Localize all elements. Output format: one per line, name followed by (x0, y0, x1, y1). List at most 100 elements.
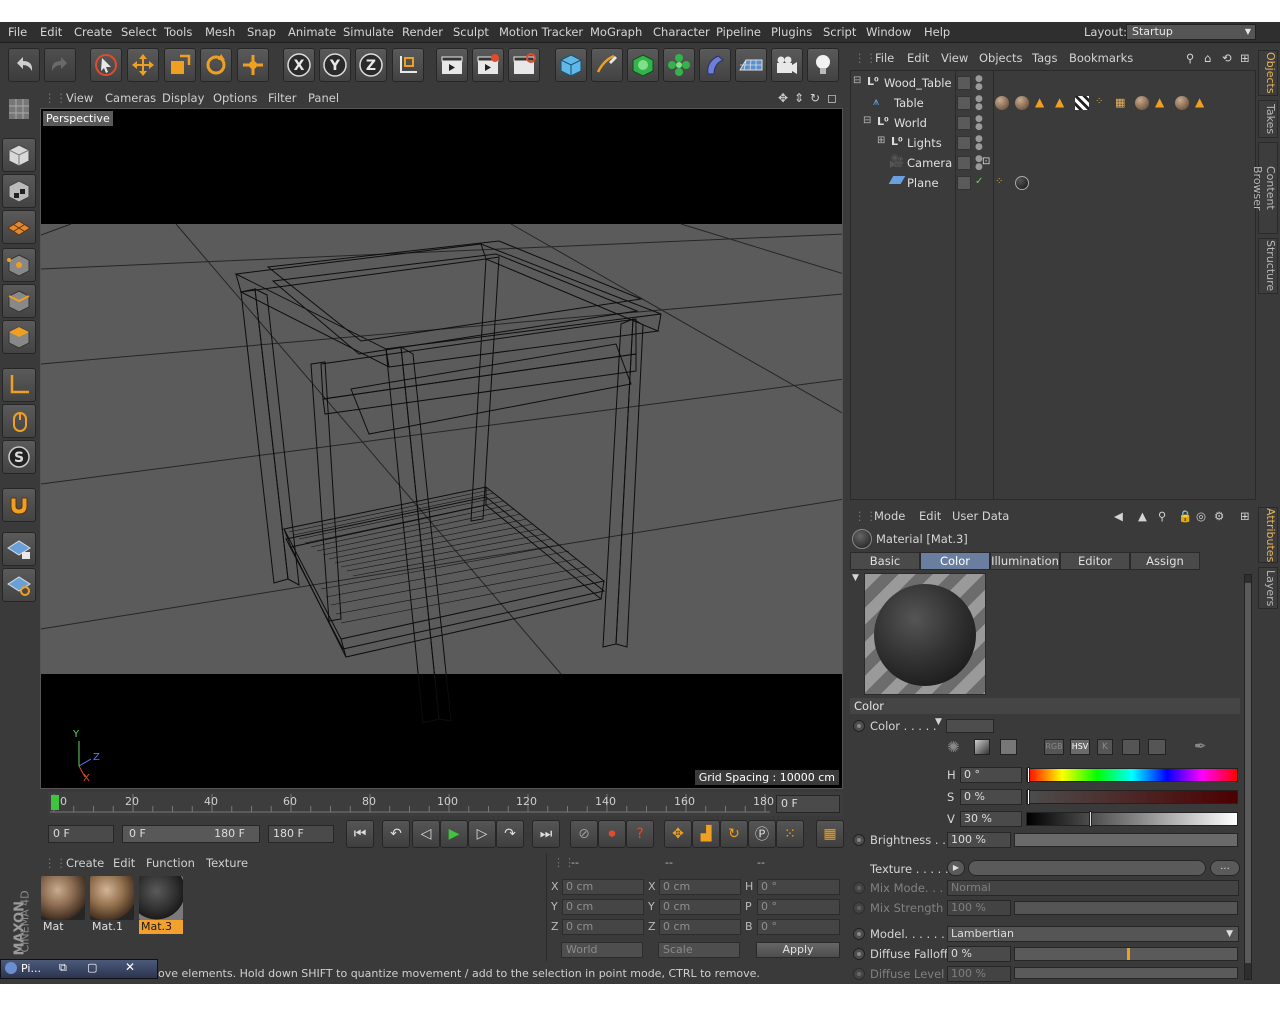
play-button[interactable]: ▶ (440, 820, 468, 848)
image-picker-icon[interactable] (1000, 739, 1017, 755)
viewport-rotate-icon[interactable]: ↻ (810, 91, 820, 105)
attr-lock-icon[interactable]: 🔒 (1178, 509, 1192, 523)
collapse-icon[interactable]: ⊟ (863, 115, 871, 126)
point-level-key-button[interactable]: ⁙ (776, 820, 804, 848)
visibility-dots-icon[interactable]: ● ● (975, 95, 983, 112)
transform-tool-button[interactable] (237, 48, 269, 82)
rotation-b-field[interactable]: 0 ° (757, 919, 840, 935)
material-menu-edit[interactable]: Edit (113, 856, 135, 870)
y-axis-lock-button[interactable]: Y (319, 48, 351, 82)
menu-edit[interactable]: Edit (40, 25, 62, 39)
diffuse-level-slider[interactable] (1014, 967, 1238, 979)
hue-slider-handle[interactable] (1027, 767, 1030, 783)
next-key-button[interactable]: ↷ (496, 820, 524, 848)
attr-back-icon[interactable]: ◀ (1114, 509, 1123, 523)
cube-primitive-button[interactable] (555, 48, 587, 82)
snap-button[interactable] (2, 488, 36, 522)
floor-button[interactable] (735, 48, 767, 82)
attr-target-icon[interactable]: ◎ (1196, 509, 1206, 523)
viewport-menu-display[interactable]: Display (162, 91, 204, 105)
viewport-maximize-icon[interactable]: ◻ (827, 91, 837, 105)
material-menu-function[interactable]: Function (146, 856, 195, 870)
om-menu-tags[interactable]: Tags (1032, 51, 1057, 65)
om-new-window-icon[interactable]: ⊞ (1240, 51, 1250, 65)
tab-assign[interactable]: Assign (1130, 552, 1200, 570)
diffuse-level-field[interactable]: 100 % (947, 966, 1011, 982)
mixer-mode-button[interactable] (1122, 739, 1140, 755)
uvw-tag-icon[interactable] (1075, 96, 1089, 110)
menu-sculpt[interactable]: Sculpt (453, 25, 489, 39)
object-row-camera[interactable]: 🎥 Camera ● ● ⊡ (851, 153, 1255, 173)
edges-mode-button[interactable] (2, 284, 36, 318)
model-animate-radio[interactable] (853, 928, 865, 940)
menu-script[interactable]: Script (823, 25, 856, 39)
selection-tag-icon[interactable]: ⁘ (995, 176, 1009, 190)
menu-snap[interactable]: Snap (247, 25, 276, 39)
menu-render[interactable]: Render (402, 25, 443, 39)
om-home-icon[interactable]: ⌂ (1204, 51, 1211, 65)
hue-field[interactable]: 0 ° (960, 767, 1022, 783)
locked-workplane-button[interactable] (2, 532, 36, 566)
color-spectrum-icon[interactable] (974, 739, 990, 755)
menu-tools[interactable]: Tools (164, 25, 192, 39)
attr-new-window-icon[interactable]: ⊞ (1240, 509, 1250, 523)
diffuse-falloff-slider[interactable] (1014, 947, 1238, 961)
playhead[interactable] (51, 795, 59, 810)
diffuse-falloff-animate-radio[interactable] (853, 948, 865, 960)
material-menu-texture[interactable]: Texture (206, 856, 248, 870)
material-tag-icon[interactable] (1135, 96, 1149, 110)
menu-window[interactable]: Window (866, 25, 911, 39)
attr-up-icon[interactable]: ▲ (1138, 509, 1147, 523)
size-z-field[interactable]: 0 cm (659, 919, 741, 935)
next-frame-button[interactable]: ▷ (468, 820, 496, 848)
attributes-scrollbar[interactable] (1244, 574, 1252, 980)
menu-mesh[interactable]: Mesh (205, 25, 235, 39)
menu-plugins[interactable]: Plugins (771, 25, 812, 39)
layer-icon[interactable] (957, 136, 971, 150)
move-tool-button[interactable] (127, 48, 159, 82)
phong-tag-icon[interactable]: ▲ (1155, 96, 1169, 110)
saturation-field[interactable]: 0 % (960, 789, 1022, 805)
attr-menu-edit[interactable]: Edit (919, 509, 941, 523)
side-tab-structure[interactable]: Structure (1258, 238, 1278, 294)
material-tag-icon[interactable] (1015, 96, 1029, 110)
tab-color[interactable]: Color (920, 552, 990, 570)
end-frame-field[interactable]: 180 F (268, 825, 334, 843)
phong-tag-icon[interactable]: ▲ (1195, 96, 1209, 110)
checkmark-icon[interactable]: ✓ (975, 176, 983, 187)
om-menu-bookmarks[interactable]: Bookmarks (1069, 51, 1133, 65)
attr-search-icon[interactable]: ⚲ (1158, 509, 1166, 523)
material-tag-icon[interactable] (995, 96, 1009, 110)
viewport-menu-options[interactable]: Options (213, 91, 257, 105)
close-icon[interactable]: ✕ (125, 960, 135, 974)
texture-tag-icon[interactable]: ▦ (1115, 96, 1129, 110)
attr-menu-user-data[interactable]: User Data (952, 509, 1009, 523)
color-animate-radio[interactable] (853, 720, 865, 732)
rgb-mode-button[interactable]: RGB (1044, 739, 1064, 755)
viewport-move-icon[interactable]: ✥ (778, 91, 788, 105)
viewport-menu-panel[interactable]: Panel (308, 91, 339, 105)
size-mode-select[interactable]: Scale (658, 942, 740, 958)
menu-character[interactable]: Character (653, 25, 710, 39)
texture-slot[interactable] (968, 860, 1206, 876)
points-mode-button[interactable] (2, 248, 36, 282)
visibility-dots-icon[interactable]: ● ● (975, 75, 983, 92)
om-back-icon[interactable]: ⟲ (1222, 51, 1232, 65)
layer-icon[interactable] (957, 76, 971, 90)
menu-create[interactable]: Create (74, 25, 112, 39)
enable-axis-button[interactable] (2, 368, 36, 402)
value-field[interactable]: 30 % (960, 811, 1022, 827)
hsv-mode-button[interactable]: HSV (1070, 739, 1090, 755)
deformer-button[interactable] (699, 48, 731, 82)
target-tag-icon[interactable]: ⊡ (982, 156, 996, 170)
parameter-key-button[interactable]: Ⓟ (748, 820, 776, 848)
side-tab-objects[interactable]: Objects (1258, 50, 1278, 96)
menu-animate[interactable]: Animate (288, 25, 336, 39)
position-z-field[interactable]: 0 cm (562, 919, 644, 935)
phong-tag-icon[interactable]: ▲ (1035, 96, 1049, 110)
collapse-icon[interactable]: ⊟ (853, 75, 861, 86)
material-menu-create[interactable]: Create (66, 856, 104, 870)
cloner-button[interactable] (663, 48, 695, 82)
material-swatch-mat[interactable]: Mat (41, 876, 85, 934)
size-x-field[interactable]: 0 cm (659, 879, 741, 895)
